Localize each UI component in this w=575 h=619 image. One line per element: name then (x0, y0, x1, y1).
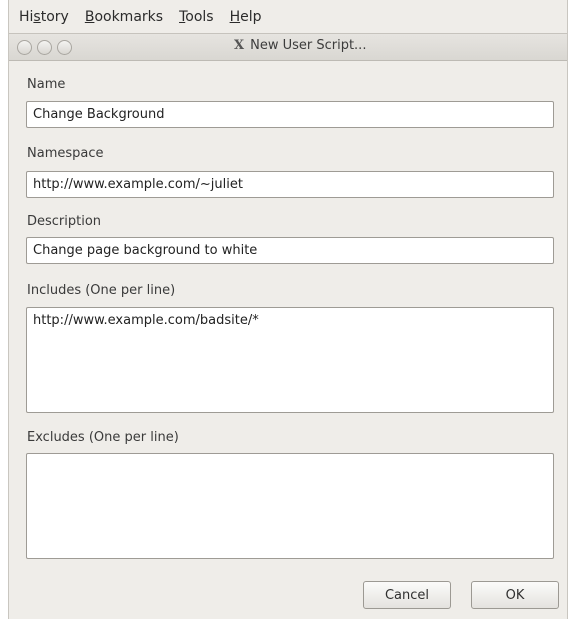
excludes-textarea[interactable] (26, 453, 554, 559)
menu-bookmarks-mnemonic: B (84, 8, 95, 25)
dialog-frame: History Bookmarks Tools Help X New User … (8, 0, 568, 619)
menu-history-suffix: tory (40, 8, 69, 25)
menu-bookmarks[interactable]: Bookmarks (85, 9, 163, 25)
includes-label: Includes (One per line) (27, 283, 176, 298)
menu-tools-suffix: ools (185, 8, 214, 25)
namespace-field[interactable] (26, 171, 554, 198)
dialog-content: Name Namespace Description Includes (One… (9, 61, 567, 619)
menu-help[interactable]: Help (230, 9, 262, 25)
cancel-button[interactable]: Cancel (363, 581, 451, 609)
minimize-window-button[interactable] (37, 40, 52, 55)
menu-help-mnemonic: H (229, 8, 241, 25)
window-title: New User Script... (250, 38, 367, 53)
menu-history[interactable]: History (19, 9, 69, 25)
menu-history-mnemonic: s (33, 8, 41, 25)
includes-textarea[interactable]: http://www.example.com/badsite/* (26, 307, 554, 413)
menu-tools[interactable]: Tools (179, 9, 214, 25)
menu-bookmarks-suffix: ookmarks (94, 8, 164, 25)
close-window-button[interactable] (17, 40, 32, 55)
menu-help-suffix: elp (240, 8, 262, 25)
name-field[interactable] (26, 101, 554, 128)
window-title-group: X New User Script... (234, 38, 366, 53)
x-window-icon: X (234, 38, 245, 53)
window-titlebar[interactable]: X New User Script... (9, 33, 567, 61)
description-label: Description (27, 214, 102, 229)
description-field[interactable] (26, 237, 554, 264)
ok-button[interactable]: OK (471, 581, 559, 609)
name-label: Name (27, 77, 66, 92)
maximize-window-button[interactable] (57, 40, 72, 55)
menu-bar: History Bookmarks Tools Help (9, 0, 567, 33)
menu-history-prefix: Hi (19, 8, 34, 25)
namespace-label: Namespace (27, 146, 104, 161)
excludes-label: Excludes (One per line) (27, 430, 179, 445)
